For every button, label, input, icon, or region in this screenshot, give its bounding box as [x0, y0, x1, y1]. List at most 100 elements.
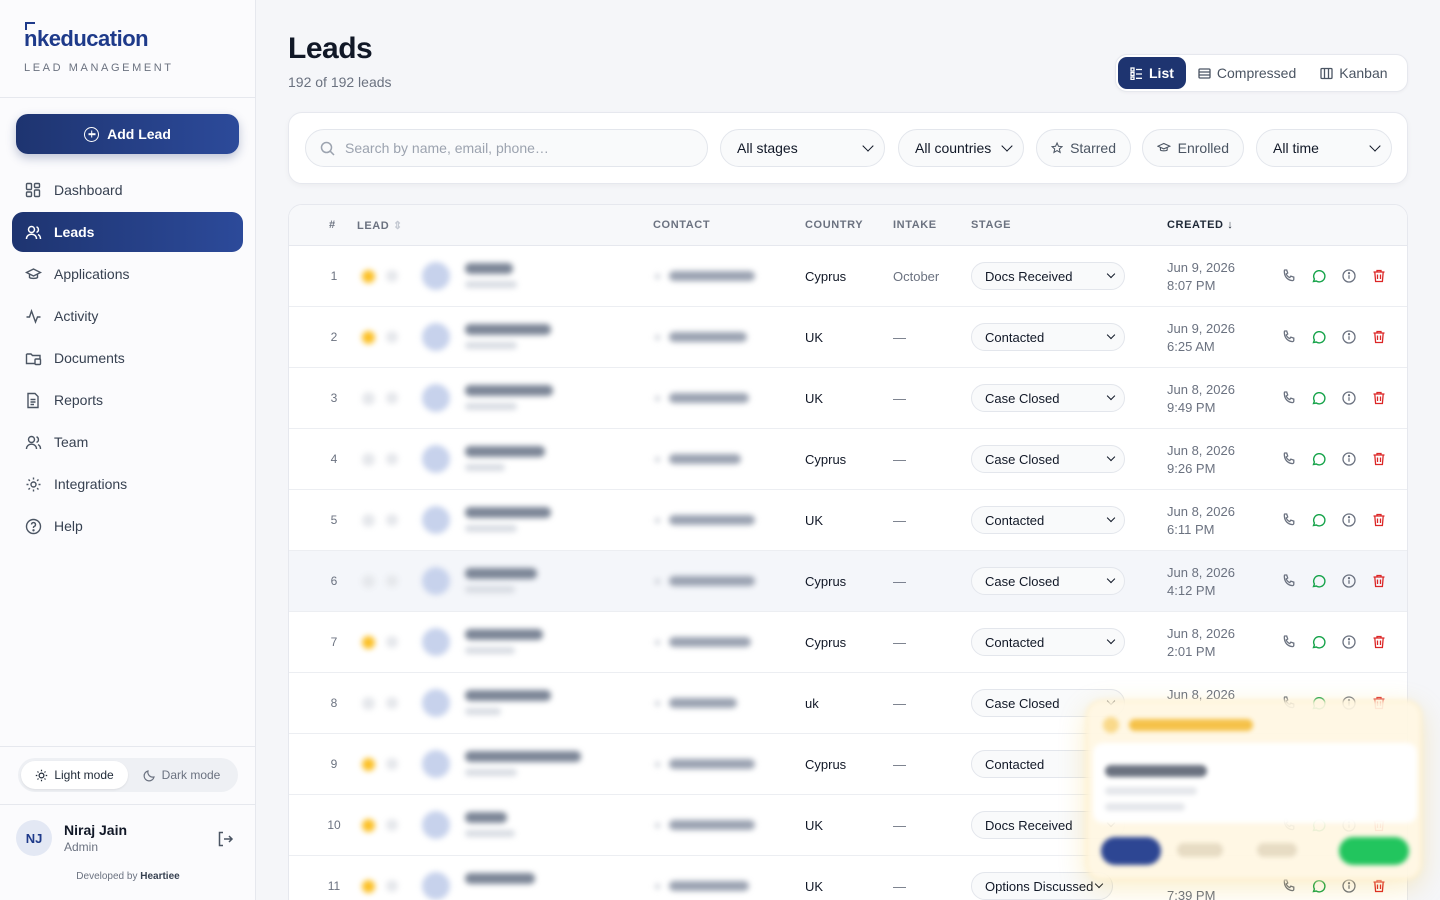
trash-icon[interactable] [1371, 634, 1387, 650]
contact-value[interactable] [669, 271, 755, 281]
lead-name[interactable] [465, 873, 535, 884]
logo[interactable]: nk education [24, 22, 231, 52]
stage-select[interactable]: Contacted [971, 323, 1125, 351]
phone-icon[interactable] [1281, 573, 1297, 589]
trash-icon[interactable] [1371, 451, 1387, 467]
developer-name[interactable]: Heartiee [140, 871, 179, 882]
table-row[interactable]: 1 Cyprus October Docs Received Jun 9, 2026 8:… [289, 246, 1407, 307]
info-icon[interactable] [1341, 268, 1357, 284]
whatsapp-icon[interactable] [1311, 268, 1327, 284]
whatsapp-icon[interactable] [1311, 634, 1327, 650]
trash-icon[interactable] [1371, 390, 1387, 406]
star-icon[interactable] [362, 514, 375, 527]
stage-select[interactable]: Case Closed [971, 567, 1125, 595]
star-icon[interactable] [362, 331, 375, 344]
contact-value[interactable] [669, 698, 737, 708]
phone-icon[interactable] [1281, 634, 1297, 650]
contact-value[interactable] [669, 759, 755, 769]
star-icon[interactable] [362, 392, 375, 405]
sidebar-item-dashboard[interactable]: Dashboard [12, 170, 243, 210]
table-row[interactable]: 5 UK — Contacted Jun 8, 2026 6:11 PM [289, 490, 1407, 551]
whatsapp-icon[interactable] [1311, 573, 1327, 589]
dark-mode-button[interactable]: Dark mode [128, 761, 235, 789]
stage-select[interactable]: Contacted [971, 628, 1125, 656]
sidebar-item-integrations[interactable]: Integrations [12, 464, 243, 504]
sidebar-item-leads[interactable]: Leads [12, 212, 243, 252]
table-row[interactable]: 2 UK — Contacted Jun 9, 2026 6:25 AM [289, 307, 1407, 368]
phone-icon[interactable] [1281, 329, 1297, 345]
whatsapp-icon[interactable] [1311, 512, 1327, 528]
lead-name[interactable] [465, 690, 551, 701]
lead-name[interactable] [465, 568, 537, 579]
table-row[interactable]: 3 UK — Case Closed Jun 8, 2026 9:49 PM [289, 368, 1407, 429]
popup-secondary-button[interactable] [1177, 843, 1223, 857]
star-icon[interactable] [362, 697, 375, 710]
star-icon[interactable] [362, 758, 375, 771]
trash-icon[interactable] [1371, 268, 1387, 284]
whatsapp-icon[interactable] [1311, 878, 1327, 894]
add-lead-button[interactable]: Add Lead [16, 114, 239, 154]
enrolled-filter-button[interactable]: Enrolled [1142, 129, 1244, 167]
stage-select[interactable]: Case Closed [971, 384, 1125, 412]
phone-icon[interactable] [1281, 268, 1297, 284]
country-filter-select[interactable]: All countries [898, 129, 1024, 167]
stage-select[interactable]: Case Closed [971, 445, 1125, 473]
table-row[interactable]: 6 Cyprus — Case Closed Jun 8, 2026 4:12 PM [289, 551, 1407, 612]
info-icon[interactable] [1341, 634, 1357, 650]
column-lead[interactable]: LEAD ⇕ [357, 219, 403, 232]
whatsapp-icon[interactable] [1311, 390, 1327, 406]
logout-icon[interactable] [216, 830, 234, 848]
popup-confirm-button[interactable] [1339, 837, 1409, 865]
info-icon[interactable] [1341, 512, 1357, 528]
popup-primary-button[interactable] [1101, 837, 1161, 865]
trash-icon[interactable] [1371, 329, 1387, 345]
star-icon[interactable] [362, 819, 375, 832]
lead-name[interactable] [465, 263, 513, 274]
sidebar-item-reports[interactable]: Reports [12, 380, 243, 420]
light-mode-button[interactable]: Light mode [21, 761, 128, 789]
star-icon[interactable] [362, 453, 375, 466]
stage-select[interactable]: Docs Received [971, 262, 1125, 290]
lead-name[interactable] [465, 446, 545, 457]
kanban-view-button[interactable]: Kanban [1308, 57, 1399, 89]
search-box[interactable] [305, 129, 708, 167]
table-row[interactable]: 7 Cyprus — Contacted Jun 8, 2026 2:01 PM [289, 612, 1407, 673]
trash-icon[interactable] [1371, 573, 1387, 589]
compressed-view-button[interactable]: Compressed [1186, 57, 1308, 89]
info-icon[interactable] [1341, 390, 1357, 406]
whatsapp-icon[interactable] [1311, 329, 1327, 345]
lead-name[interactable] [465, 385, 553, 396]
lead-name[interactable] [465, 324, 551, 335]
lead-name[interactable] [465, 629, 543, 640]
info-icon[interactable] [1341, 573, 1357, 589]
info-icon[interactable] [1341, 329, 1357, 345]
phone-icon[interactable] [1281, 878, 1297, 894]
info-icon[interactable] [1341, 878, 1357, 894]
trash-icon[interactable] [1371, 512, 1387, 528]
trash-icon[interactable] [1371, 878, 1387, 894]
star-icon[interactable] [362, 575, 375, 588]
search-input[interactable] [345, 140, 685, 156]
contact-value[interactable] [669, 515, 755, 525]
contact-value[interactable] [669, 576, 755, 586]
sidebar-item-documents[interactable]: Documents [12, 338, 243, 378]
phone-icon[interactable] [1281, 451, 1297, 467]
sidebar-item-team[interactable]: Team [12, 422, 243, 462]
column-created[interactable]: CREATED ↓ [1167, 219, 1233, 231]
table-row[interactable]: 4 Cyprus — Case Closed Jun 8, 2026 9:26 PM [289, 429, 1407, 490]
lead-name[interactable] [465, 751, 581, 762]
contact-value[interactable] [669, 454, 741, 464]
phone-icon[interactable] [1281, 390, 1297, 406]
whatsapp-icon[interactable] [1311, 451, 1327, 467]
lead-name[interactable] [465, 507, 551, 518]
info-icon[interactable] [1341, 451, 1357, 467]
star-icon[interactable] [362, 270, 375, 283]
follow-up-reminder-popup[interactable] [1086, 700, 1422, 880]
sidebar-item-activity[interactable]: Activity [12, 296, 243, 336]
star-icon[interactable] [362, 880, 375, 893]
popup-secondary-button[interactable] [1257, 843, 1297, 857]
phone-icon[interactable] [1281, 512, 1297, 528]
sidebar-item-applications[interactable]: Applications [12, 254, 243, 294]
lead-name[interactable] [465, 812, 507, 823]
contact-value[interactable] [669, 332, 747, 342]
